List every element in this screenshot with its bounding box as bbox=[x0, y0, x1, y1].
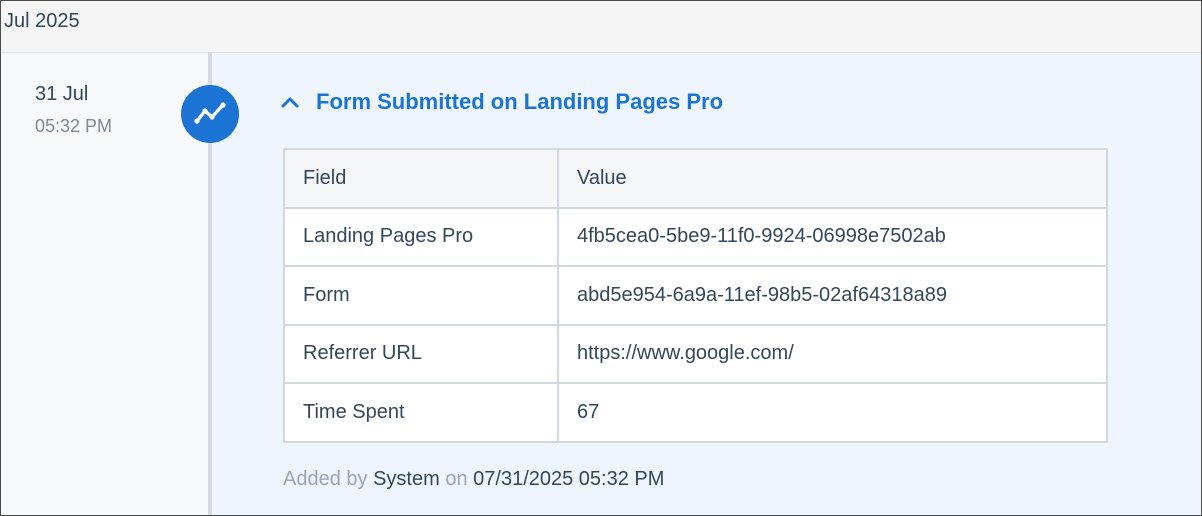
table-row: Form abd5e954-6a9a-11ef-98b5-02af64318a8… bbox=[283, 265, 1108, 326]
form-details-table: Field Value Landing Pages Pro 4fb5cea0-5… bbox=[283, 148, 1108, 443]
table-row: Time Spent 67 bbox=[283, 382, 1108, 443]
field-cell: Landing Pages Pro bbox=[283, 206, 559, 267]
trend-line-icon bbox=[181, 85, 239, 143]
table-header-row: Field Value bbox=[283, 148, 1108, 209]
event-collapse-toggle[interactable]: Form Submitted on Landing Pages Pro bbox=[279, 87, 723, 117]
event-title[interactable]: Form Submitted on Landing Pages Pro bbox=[316, 89, 723, 115]
chevron-up-icon[interactable] bbox=[279, 91, 301, 113]
added-by-value: System bbox=[373, 468, 440, 490]
column-header-field: Field bbox=[283, 148, 559, 209]
value-cell: 67 bbox=[557, 382, 1108, 443]
table-row: Referrer URL https://www.google.com/ bbox=[283, 323, 1108, 384]
event-time: 05:32 PM bbox=[35, 116, 113, 136]
value-cell: 4fb5cea0-5be9-11f0-9924-06998e7502ab bbox=[557, 206, 1108, 267]
added-by-label: Added by bbox=[283, 468, 368, 490]
added-by-footer: Added by System on 07/31/2025 05:32 PM bbox=[283, 468, 664, 491]
added-on-label: on bbox=[445, 468, 468, 490]
table-row: Landing Pages Pro 4fb5cea0-5be9-11f0-992… bbox=[283, 206, 1108, 267]
value-cell: abd5e954-6a9a-11ef-98b5-02af64318a89 bbox=[557, 265, 1108, 326]
field-cell: Referrer URL bbox=[283, 323, 559, 384]
field-cell: Time Spent bbox=[283, 382, 559, 443]
column-header-value: Value bbox=[557, 148, 1108, 209]
timeline-frame: Jul 2025 31 Jul 05:32 PM Form Submitted … bbox=[0, 0, 1202, 516]
value-cell: https://www.google.com/ bbox=[557, 323, 1108, 384]
field-cell: Form bbox=[283, 265, 559, 326]
trend-line-glyph bbox=[194, 102, 226, 124]
month-header: Jul 2025 bbox=[1, 1, 1201, 53]
added-on-value: 07/31/2025 05:32 PM bbox=[473, 468, 665, 490]
event-date: 31 Jul bbox=[35, 83, 89, 105]
